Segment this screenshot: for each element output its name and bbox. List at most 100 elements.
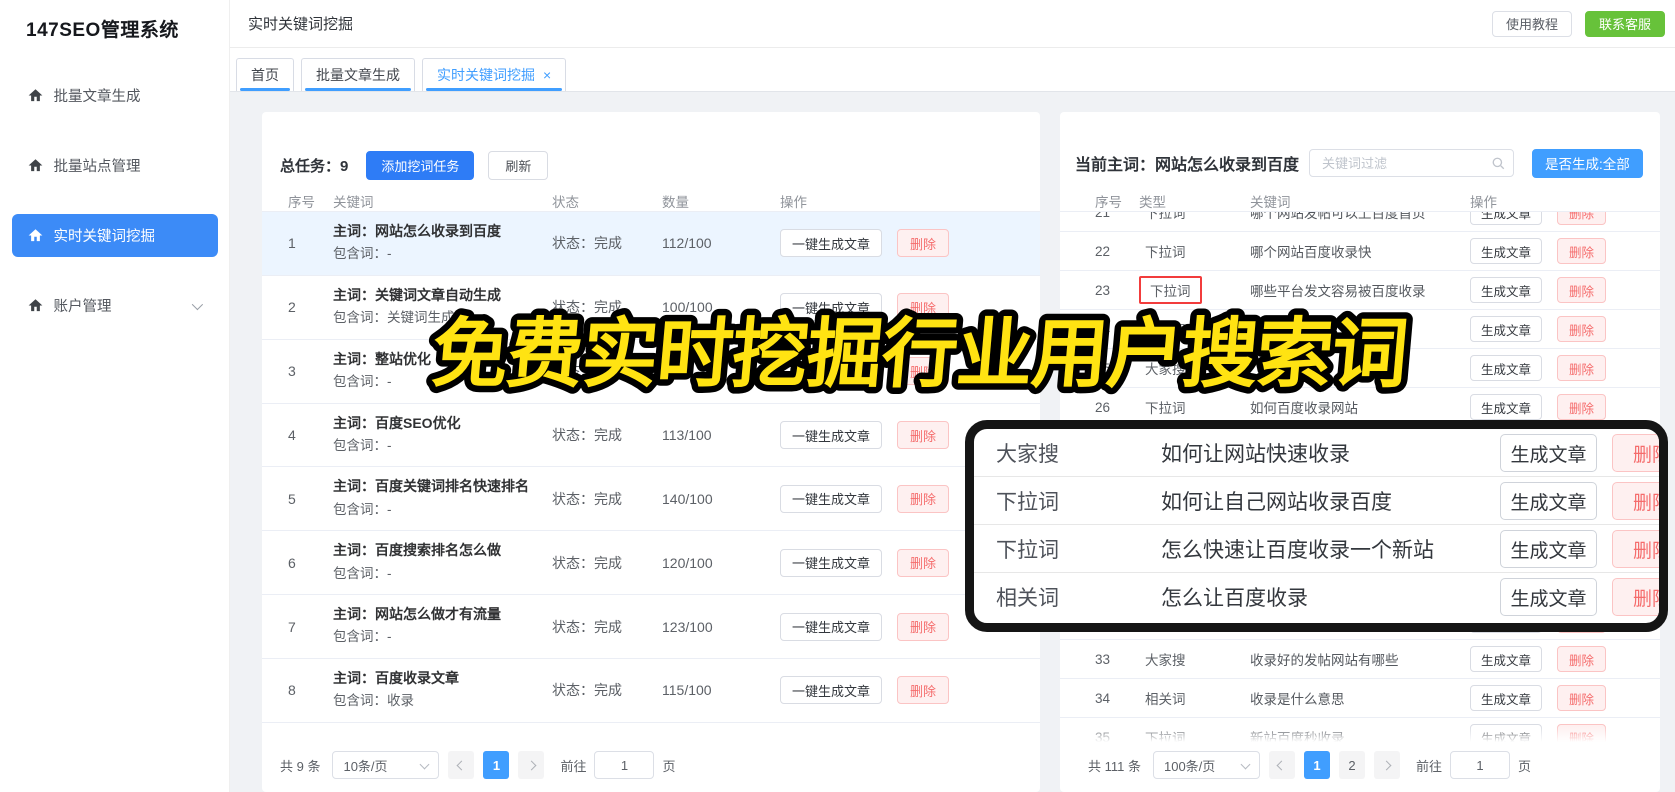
mined-keyword: 新站百度秒收录 [1250, 731, 1345, 742]
generate-article-button[interactable]: 一键生成文章 [780, 421, 883, 449]
delete-button[interactable]: 删除 [1557, 646, 1607, 672]
delete-button[interactable]: 删除 [897, 421, 950, 449]
delete-button[interactable]: 删除 [897, 293, 950, 322]
delete-button[interactable]: 删除 [897, 229, 950, 258]
add-task-button[interactable]: 添加挖词任务 [366, 150, 475, 180]
tab[interactable]: 首页 × [236, 58, 294, 91]
generate-article-button[interactable]: 生成文章 [1500, 482, 1597, 520]
delete-button[interactable]: 删除 [1612, 578, 1659, 616]
prev-page-button[interactable] [448, 751, 475, 779]
delete-button[interactable]: 删除 [1612, 434, 1659, 472]
row-actions: 生成文章 删除 [1470, 316, 1660, 342]
keyword-type-cell: 下拉词 [1139, 239, 1250, 263]
table-row[interactable]: 7 主词：网站怎么做才有流量 包含词：- 状态：完成 123/100 一键生成文… [262, 595, 1040, 660]
table-row[interactable]: 8 主词：百度收录文章 包含词：收录 状态：完成 115/100 一键生成文章 … [262, 659, 1040, 723]
row-actions: 生成文章 删除 [1470, 212, 1660, 225]
table-row: 21 下拉词 哪个网站发帖可以上百度首页 生成文章 删除 [1060, 212, 1660, 232]
generate-article-button[interactable]: 生成文章 [1500, 530, 1597, 568]
main-keyword-text: 主词：百度SEO优化 [333, 414, 461, 431]
table-row[interactable]: 1 主词：网站怎么收录到百度 包含词：- 状态：完成 112/100 一键生成文… [262, 212, 1040, 276]
generate-article-button[interactable]: 生成文章 [1470, 238, 1543, 264]
chevron-left-icon [1277, 760, 1287, 770]
chevron-down-icon [191, 298, 203, 310]
sidebar-item-label: 账户管理 [53, 299, 112, 315]
generate-article-button[interactable]: 生成文章 [1500, 434, 1597, 472]
delete-button[interactable]: 删除 [897, 357, 950, 386]
next-page-button[interactable] [518, 751, 545, 779]
generate-article-button[interactable]: 一键生成文章 [780, 548, 883, 577]
delete-button[interactable]: 删除 [1557, 724, 1607, 742]
refresh-button[interactable]: 刷新 [488, 150, 549, 180]
table-row: 25 大家搜 生成文章 删除 [1060, 349, 1660, 388]
generate-article-button[interactable]: 生成文章 [1470, 394, 1543, 420]
table-row[interactable]: 3 主词：整站优化 包含词：- 状态：完成 一键生成文章 删除 [262, 340, 1040, 404]
generate-article-button[interactable]: 生成文章 [1470, 316, 1543, 342]
tab-label: 实时关键词挖掘 [437, 67, 535, 83]
prev-page-button[interactable] [1268, 751, 1295, 779]
delete-button[interactable]: 删除 [1612, 530, 1659, 568]
sidebar-item[interactable]: 实时关键词挖掘 [11, 214, 218, 257]
page-button-1[interactable]: 1 [1303, 751, 1330, 779]
generate-article-button[interactable]: 一键生成文章 [780, 484, 883, 513]
generate-article-button[interactable]: 一键生成文章 [780, 357, 883, 386]
close-icon[interactable]: × [543, 68, 551, 82]
delete-button[interactable]: 删除 [897, 612, 950, 641]
generate-article-button[interactable]: 生成文章 [1470, 212, 1543, 225]
table-row[interactable]: 5 主词：百度关键词排名快速排名 包含词：- 状态：完成 140/100 一键生… [262, 467, 1040, 532]
table-row[interactable]: 2 主词：关键词文章自动生成 包含词：关键词生成 状态：完成 100/100 一… [262, 276, 1040, 340]
include-words-text: 包含词：关键词生成 [333, 310, 455, 326]
goto-label: 前往 [560, 758, 587, 774]
delete-button[interactable]: 删除 [1557, 685, 1607, 711]
generate-article-button[interactable]: 一键生成文章 [780, 229, 883, 258]
mined-keyword: 哪个网站百度收录快 [1250, 245, 1372, 260]
page-size-select[interactable]: 10条/页 [332, 751, 440, 779]
delete-button[interactable]: 删除 [1557, 238, 1607, 264]
generate-article-button[interactable]: 一键生成文章 [780, 293, 883, 322]
page-size-select[interactable]: 100条/页 [1152, 751, 1260, 779]
home-icon [28, 229, 42, 242]
generate-article-button[interactable]: 生成文章 [1470, 355, 1543, 381]
generate-article-button[interactable]: 生成文章 [1470, 646, 1543, 672]
delete-button[interactable]: 删除 [1557, 316, 1607, 342]
generate-state-filter-button[interactable]: 是否生成:全部 [1532, 148, 1643, 178]
generate-article-button[interactable]: 生成文章 [1470, 724, 1543, 742]
table-row[interactable]: 4 主词：百度SEO优化 包含词：- 状态：完成 113/100 一键生成文章 … [262, 404, 1040, 468]
sidebar-item[interactable]: 账户管理 [12, 284, 218, 327]
row-status: 状态：完成 [552, 427, 622, 443]
sidebar-item[interactable]: 批量站点管理 [12, 144, 218, 187]
row-quantity: 100/100 [662, 299, 713, 316]
goto-page-input[interactable] [594, 751, 655, 779]
chevron-right-icon [1382, 760, 1392, 770]
generate-article-button[interactable]: 生成文章 [1470, 685, 1543, 711]
delete-button[interactable]: 删除 [1557, 355, 1607, 381]
generate-article-button[interactable]: 生成文章 [1470, 277, 1543, 303]
table-row[interactable]: 6 主词：百度搜索排名怎么做 包含词：- 状态：完成 120/100 一键生成文… [262, 531, 1040, 596]
next-page-button[interactable] [1373, 751, 1400, 779]
delete-button[interactable]: 删除 [1557, 212, 1607, 225]
page-button-1[interactable]: 1 [483, 751, 510, 779]
delete-button[interactable]: 删除 [1557, 277, 1607, 303]
sidebar-item[interactable]: 批量文章生成 [12, 74, 218, 117]
generate-article-button[interactable]: 一键生成文章 [780, 612, 883, 641]
delete-button[interactable]: 删除 [897, 484, 950, 513]
keyword-type-cell: 下拉词 [1139, 725, 1250, 742]
delete-button[interactable]: 删除 [897, 548, 950, 577]
delete-button[interactable]: 删除 [1557, 394, 1607, 420]
delete-button[interactable]: 删除 [1612, 482, 1659, 520]
include-words-text: 包含词：- [333, 629, 392, 645]
goto-page-input[interactable] [1450, 751, 1510, 779]
row-quantity: 115/100 [662, 682, 712, 699]
generate-article-button[interactable]: 生成文章 [1500, 578, 1597, 616]
keyword-filter-input[interactable] [1309, 149, 1515, 177]
total-count-label: 共 111 条 [1088, 758, 1141, 774]
tab[interactable]: 实时关键词挖掘 × [422, 58, 567, 91]
main-keyword-text: 主词：百度关键词排名快速排名 [333, 478, 529, 495]
contact-support-button[interactable]: 联系客服 [1584, 10, 1665, 37]
generate-article-button[interactable]: 一键生成文章 [780, 676, 883, 705]
page-button-2[interactable]: 2 [1338, 751, 1365, 779]
include-words-text: 包含词：收录 [333, 693, 414, 709]
sidebar-item-label: 批量站点管理 [53, 159, 141, 175]
tutorial-button[interactable]: 使用教程 [1491, 10, 1572, 37]
tab[interactable]: 批量文章生成 × [301, 58, 415, 91]
delete-button[interactable]: 删除 [897, 676, 950, 705]
